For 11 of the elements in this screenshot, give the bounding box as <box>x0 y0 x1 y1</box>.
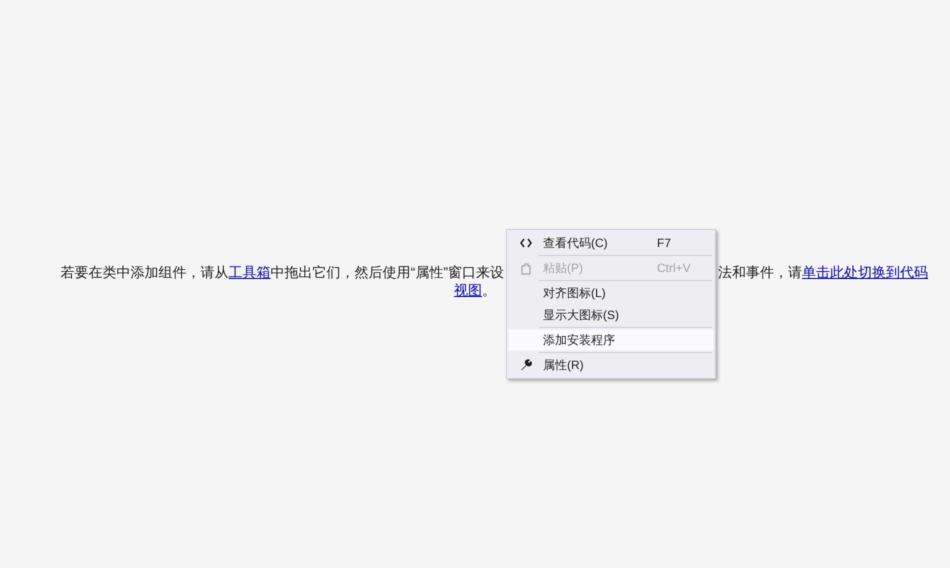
clipboard-icon <box>519 261 533 275</box>
paragraph-text: 中拖出它们，然后使用“属性”窗口来设 <box>270 263 504 281</box>
link[interactable]: 工具箱 <box>228 263 271 281</box>
menu-item[interactable]: 添加安装程序 <box>508 329 714 351</box>
paragraph-text: 法和事件，请 <box>718 263 802 281</box>
wrench-icon <box>519 358 533 372</box>
paragraph-text: 若要在类中添加组件，请从 <box>60 263 229 281</box>
link[interactable]: 视图 <box>454 281 482 299</box>
link[interactable]: 单击此处切换到代码 <box>802 263 928 281</box>
code-icon <box>519 236 533 250</box>
paragraph-text: 。 <box>482 281 496 299</box>
